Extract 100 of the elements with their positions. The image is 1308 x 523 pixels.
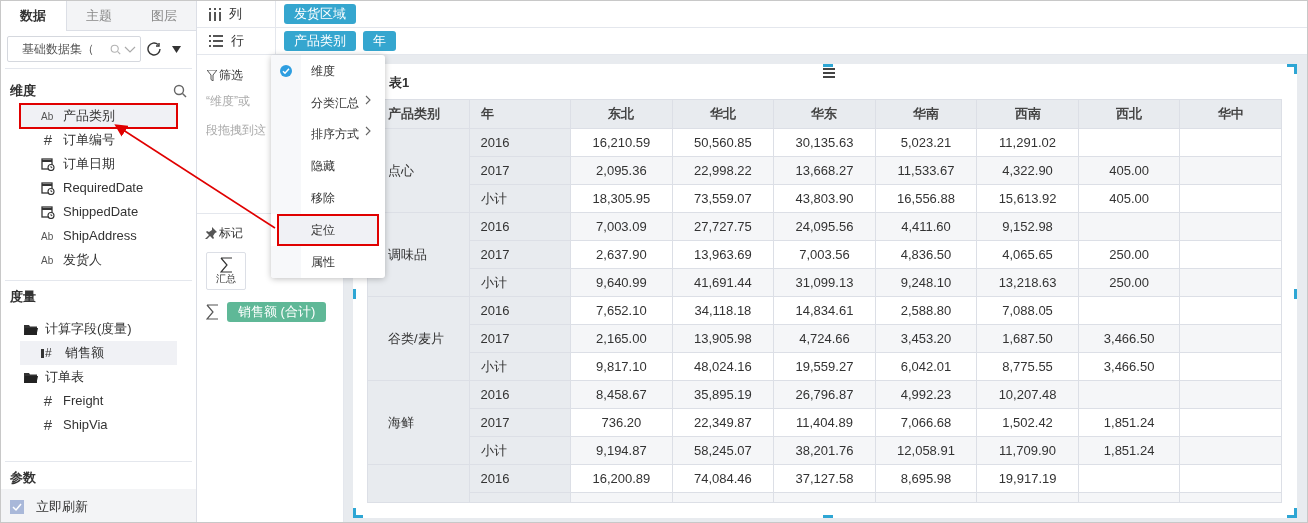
table-cell: 19,917.19 [976, 464, 1079, 493]
menu-icon[interactable] [823, 68, 835, 78]
table-cell: 37,127.58 [773, 464, 876, 493]
field-item[interactable]: ShippedDate [20, 200, 177, 224]
table-cell: 6,042.01 [875, 352, 977, 381]
table-cell: 38,201.76 [773, 436, 876, 465]
field-item[interactable]: Ab 发货人 [20, 248, 177, 272]
row-header: 2017 [469, 240, 571, 269]
text-field-icon: Ab [41, 228, 55, 244]
table-cell: 13,963.69 [672, 240, 774, 269]
table-cell: 11,709.90 [976, 436, 1079, 465]
column-header[interactable]: 华中 [1179, 99, 1282, 129]
resize-handle[interactable] [823, 515, 833, 518]
table-cell: 34,118.18 [672, 296, 774, 325]
table-cell: 8,775.55 [976, 352, 1079, 381]
table-cell: 26,796.87 [773, 380, 876, 409]
column-header[interactable]: 华南 [875, 99, 977, 129]
table-cell: 24,095.56 [773, 212, 876, 241]
field-item[interactable]: # ShipVia [20, 413, 177, 437]
hint-text: 段拖拽到这 [206, 122, 266, 139]
table-cell: 736.20 [570, 408, 673, 437]
table-cell: 13,905.98 [672, 324, 774, 353]
column-header[interactable]: 年 [469, 99, 571, 129]
menu-item[interactable]: 维度 [271, 55, 385, 87]
field-label: 销售额 [65, 344, 104, 363]
field-label: 发货人 [63, 251, 102, 270]
column-header[interactable]: 西南 [976, 99, 1079, 129]
table-cell: 11,291.02 [976, 128, 1079, 157]
summary-button[interactable]: 汇总 [206, 252, 246, 290]
column-header[interactable]: 华东 [773, 99, 876, 129]
field-item[interactable]: # 销售额 [20, 341, 177, 365]
column-header[interactable]: 华北 [672, 99, 774, 129]
table-cell: 5,023.21 [875, 128, 977, 157]
folder-label[interactable]: 订单表 [45, 367, 84, 387]
checkbox[interactable] [10, 500, 24, 514]
pin-icon [205, 227, 217, 239]
folder-label[interactable]: 计算字段(度量) [45, 319, 132, 339]
table-cell: 2,637.90 [570, 240, 673, 269]
section-heading: 度量 [9, 288, 37, 307]
table-cell: 7,066.68 [875, 408, 977, 437]
table-cell: 16,210.59 [570, 128, 673, 157]
table-cell: 4,322.90 [976, 156, 1079, 185]
column-header[interactable]: 东北 [570, 99, 673, 129]
dropdown-triangle-icon[interactable] [172, 45, 181, 53]
field-item[interactable]: Ab ShipAddress [20, 224, 177, 248]
table-cell: 22,349.87 [672, 408, 774, 437]
calendar-clock-icon [41, 157, 55, 171]
calendar-clock-icon [41, 181, 55, 195]
table-cell: 7,088.05 [976, 296, 1079, 325]
section-heading: 维度 [10, 82, 36, 101]
chevron-right-icon [365, 126, 371, 137]
menu-item[interactable]: 定位 [277, 214, 379, 246]
row-header: 2017 [469, 408, 571, 437]
table-cell: 4,411.60 [875, 212, 977, 241]
dataset-select[interactable]: 基础数据集（ [7, 36, 141, 62]
resize-handle[interactable] [1294, 289, 1297, 299]
table-cell: 15,613.92 [976, 184, 1079, 213]
chevron-right-icon [365, 94, 371, 105]
resize-handle[interactable] [823, 64, 833, 67]
table-title: 表1 [389, 74, 410, 93]
table-cell: 12,058.91 [875, 436, 977, 465]
row-header: 2016 [469, 212, 571, 241]
table-cell: 48,024.16 [672, 352, 774, 381]
column-header[interactable]: 西北 [1078, 99, 1180, 129]
chevron-down-icon [124, 44, 136, 54]
table-cell: 16,556.88 [875, 184, 977, 213]
panel-heading: 标记 [219, 225, 243, 242]
row-header: 2016 [469, 464, 571, 493]
text-field-icon: Ab [41, 108, 55, 124]
check-icon [11, 501, 23, 513]
table-cell: 27,727.75 [672, 212, 774, 241]
list-icon [209, 34, 223, 48]
field-label: 产品类别 [63, 107, 115, 126]
table-cell: 10,207.48 [976, 380, 1079, 409]
field-item[interactable]: RequiredDate [20, 176, 177, 200]
folder-icon [23, 322, 39, 336]
field-item[interactable]: 订单日期 [20, 152, 177, 176]
field-item[interactable]: Ab 产品类别 [20, 104, 177, 128]
field-item[interactable]: # Freight [20, 389, 177, 413]
field-label: 订单编号 [63, 131, 115, 150]
field-label: ShipVia [63, 416, 108, 435]
search-icon[interactable] [173, 84, 187, 98]
table-cell: 250.00 [1078, 240, 1180, 269]
table-cell: 1,851.24 [1078, 436, 1180, 465]
table-cell: 18,305.95 [570, 184, 673, 213]
refresh-icon[interactable] [147, 41, 162, 57]
table-cell: 74,084.46 [672, 464, 774, 493]
field-item[interactable]: # 订单编号 [20, 128, 177, 152]
table-cell: 7,652.10 [570, 296, 673, 325]
section-heading: 参数 [9, 469, 37, 488]
table-cell: 30,135.63 [773, 128, 876, 157]
dataset-name: 基础数据集（ [22, 41, 94, 58]
table-cell: 7,003.09 [570, 212, 673, 241]
row-header: 小计 [469, 352, 571, 381]
table-cell: 2,165.00 [570, 324, 673, 353]
field-label: RequiredDate [63, 179, 144, 198]
resize-handle[interactable] [353, 289, 356, 299]
table-cell: 9,640.99 [570, 268, 673, 297]
checkbox-label: 立即刷新 [36, 498, 88, 517]
table-cell: 14,834.61 [773, 296, 876, 325]
